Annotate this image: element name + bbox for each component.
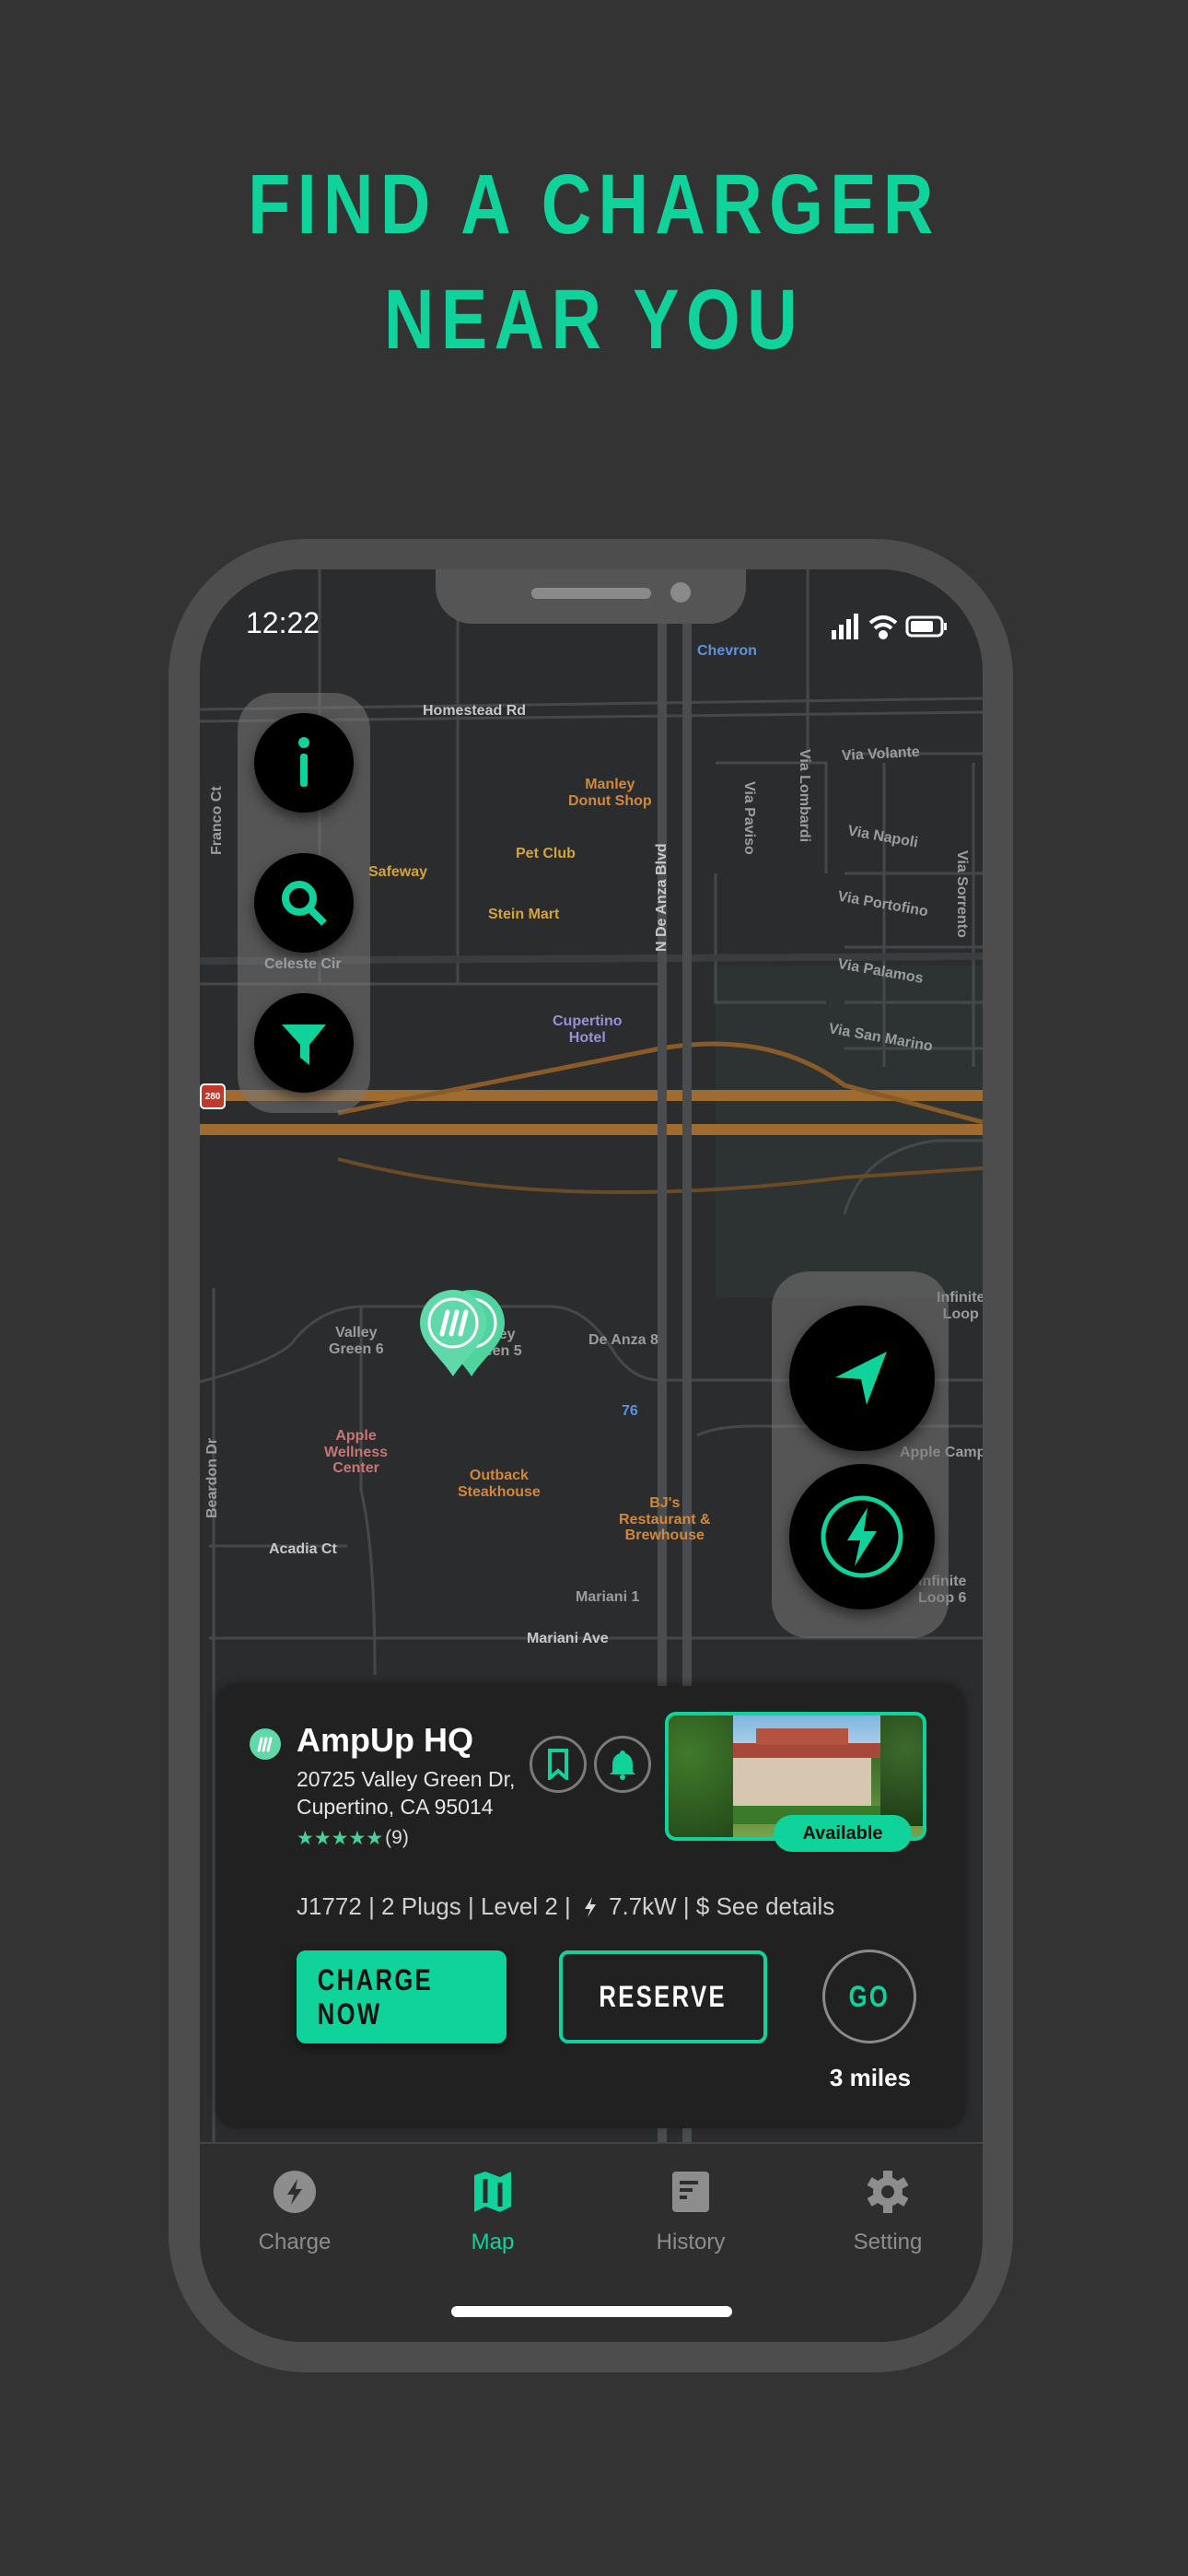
phone-screen: Chevron Homestead Rd Manley Donut Shop P… [200, 569, 983, 2342]
tab-history-label: History [656, 2230, 726, 2254]
map-label-celeste-cir: Celeste Cir [264, 956, 342, 972]
bookmark-button[interactable] [530, 1736, 587, 1793]
map-label-acadia-ct: Acadia Ct [269, 1541, 337, 1557]
map-label-76[interactable]: 76 [622, 1403, 638, 1420]
map-label-safeway[interactable]: Safeway [368, 864, 427, 881]
map-label-pet-club[interactable]: Pet Club [516, 846, 576, 862]
charger-pin-ampup-hq[interactable] [416, 1286, 508, 1378]
tab-map[interactable]: Map [419, 2170, 566, 2255]
map-label-via-paviso: Via Paviso [741, 781, 757, 855]
map-label-valley-green-6[interactable]: Valley Green 6 [329, 1325, 384, 1357]
charge-bolt-icon [821, 1495, 903, 1578]
info-icon [298, 737, 309, 787]
headline-line-2: NEAR YOU [384, 273, 804, 367]
filter-button[interactable] [254, 993, 354, 1093]
map-label-mariani-1[interactable]: Mariani 1 [576, 1589, 639, 1606]
station-name: AmpUp HQ [297, 1721, 473, 1759]
map-label-stein-mart[interactable]: Stein Mart [488, 907, 559, 923]
nearby-chargers-button[interactable] [789, 1464, 935, 1610]
bottom-tab-bar: Charge Map History Setting [200, 2142, 983, 2342]
headline-line-1: FIND A CHARGER [248, 158, 940, 252]
reserve-button[interactable]: RESERVE [559, 1950, 767, 2043]
map-label-via-sorrento: Via Sorrento [954, 850, 970, 938]
map-label-mariani-ave: Mariani Ave [527, 1631, 609, 1646]
map-label-apple-wellness[interactable]: Apple Wellness Center [324, 1428, 388, 1477]
map-label-de-anza-8[interactable]: De Anza 8 [588, 1332, 658, 1349]
filter-icon [282, 1025, 326, 1065]
tab-map-label: Map [471, 2230, 515, 2254]
tab-charge-label: Charge [258, 2230, 332, 2254]
ampup-logo-icon [250, 1728, 281, 1760]
tab-setting-label: Setting [853, 2230, 923, 2254]
document-icon [672, 2172, 709, 2212]
battery-icon [905, 615, 947, 638]
map-label-bjs[interactable]: BJ's Restaurant & Brewhouse [619, 1495, 711, 1544]
signal-icon [832, 614, 858, 639]
station-address-line1: 20725 Valley Green Dr, [297, 1767, 516, 1791]
charge-now-button[interactable]: CHARGE NOW [297, 1950, 507, 2043]
station-distance: 3 miles [829, 2064, 912, 2091]
search-icon [282, 881, 327, 926]
bolt-circle-icon [274, 2171, 316, 2213]
rating-stars: ★★★★★ [297, 1828, 384, 1849]
map-icon [474, 2172, 511, 2212]
home-indicator[interactable] [451, 2306, 732, 2317]
search-button[interactable] [254, 853, 354, 953]
status-time: 12:22 [246, 606, 320, 639]
locate-arrow-icon [835, 1352, 887, 1405]
map-label-de-anza-blvd: N De Anza Blvd [654, 843, 670, 952]
map-label-via-lombardi: Via Lombardi [797, 749, 812, 843]
review-count[interactable]: (9) [385, 1827, 409, 1850]
tab-history[interactable]: History [617, 2170, 764, 2255]
map-label-homestead-rd: Homestead Rd [423, 703, 527, 719]
map-label-cupertino-hotel[interactable]: Cupertino Hotel [553, 1013, 623, 1046]
tab-charge[interactable]: Charge [221, 2170, 368, 2255]
status-icons [832, 614, 947, 639]
station-specs: J1772 | 2 Plugs | Level 2 | 7.7kW | $ Se… [297, 1892, 834, 1921]
map-label-beardon-dr: Beardon Dr [204, 1437, 220, 1518]
tab-setting[interactable]: Setting [814, 2170, 961, 2255]
map-label-chevron[interactable]: Chevron [697, 643, 757, 660]
station-card[interactable]: AmpUp HQ 20725 Valley Green Dr, Cupertin… [216, 1686, 965, 2128]
notify-button[interactable] [594, 1736, 651, 1793]
gear-icon [867, 2171, 909, 2213]
interstate-shield: 280 [200, 1083, 226, 1109]
map-label-manley-donut[interactable]: Manley Donut Shop [568, 777, 652, 809]
map-label-outback[interactable]: Outback Steakhouse [458, 1468, 541, 1500]
specs-text: J1772 | 2 Plugs | Level 2 | [297, 1892, 578, 1920]
availability-badge: Available [774, 1815, 912, 1852]
station-address-line2: Cupertino, CA 95014 [297, 1795, 494, 1819]
phone-notch [436, 569, 746, 624]
station-rating: ★★★★★ (9) [297, 1827, 409, 1850]
info-button[interactable] [254, 713, 354, 813]
map-label-franco-ct: Franco Ct [209, 786, 225, 855]
bookmark-icon [548, 1749, 568, 1780]
wifi-icon [868, 615, 898, 639]
specs-power[interactable]: 7.7kW | $ See details [609, 1892, 834, 1921]
locate-button[interactable] [789, 1306, 935, 1451]
power-bolt-icon [585, 1896, 597, 1917]
bell-icon [610, 1751, 635, 1780]
go-button[interactable]: GO [822, 1950, 916, 2043]
